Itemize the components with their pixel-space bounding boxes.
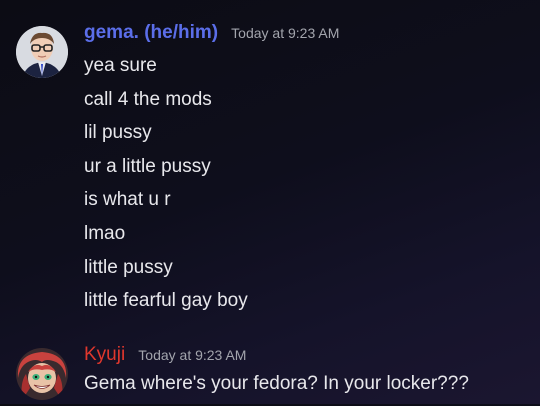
- username[interactable]: Kyuji: [84, 344, 125, 366]
- chat-messages: gema. (he/him) Today at 9:23 AM yea sure…: [0, 0, 540, 404]
- message-text: call 4 the mods: [84, 88, 212, 110]
- avatar[interactable]: [16, 348, 68, 400]
- message-lines: yea sure call 4 the mods lil pussy ur a …: [84, 54, 248, 323]
- username[interactable]: gema. (he/him): [84, 22, 218, 44]
- message-header: gema. (he/him) Today at 9:23 AM: [84, 22, 339, 52]
- avatar[interactable]: [16, 26, 68, 78]
- message-text: little fearful gay boy: [84, 290, 248, 312]
- message-text: yea sure: [84, 55, 157, 76]
- message-lines: Gema where's your fedora? In your locker…: [84, 372, 469, 406]
- message-text: is what u r: [84, 189, 171, 211]
- timestamp: Today at 9:23 AM: [231, 25, 340, 41]
- avatar-icon: [16, 26, 68, 78]
- message-text: little pussy: [84, 256, 173, 278]
- timestamp: Today at 9:23 AM: [138, 347, 247, 363]
- message-header: Kyuji Today at 9:23 AM: [84, 344, 246, 374]
- message-text: Gema where's your fedora? In your locker…: [84, 373, 469, 394]
- message-text: lil pussy: [84, 122, 152, 144]
- message-text: ur a little pussy: [84, 155, 211, 177]
- avatar-icon: [16, 348, 68, 400]
- message-text: lmao: [84, 222, 126, 244]
